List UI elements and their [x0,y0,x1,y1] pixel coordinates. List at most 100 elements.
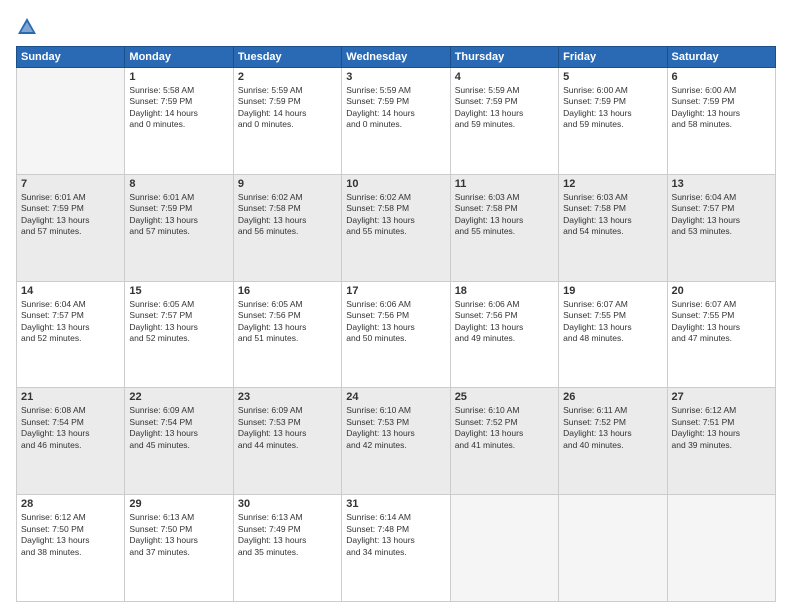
calendar-cell: 22 Sunrise: 6:09 AMSunset: 7:54 PMDayligh… [125,388,233,495]
day-info: Sunrise: 5:59 AMSunset: 7:59 PMDaylight:… [455,85,554,131]
day-info: Sunrise: 5:59 AMSunset: 7:59 PMDaylight:… [346,85,445,131]
day-info: Sunrise: 6:04 AMSunset: 7:57 PMDaylight:… [21,299,120,345]
day-number: 15 [129,285,228,297]
day-info: Sunrise: 6:09 AMSunset: 7:54 PMDaylight:… [129,405,228,451]
day-number: 22 [129,391,228,403]
day-number: 25 [455,391,554,403]
day-number: 8 [129,178,228,190]
day-number: 31 [346,498,445,510]
header-row: SundayMondayTuesdayWednesdayThursdayFrid… [17,47,776,68]
logo [16,16,42,38]
day-number: 4 [455,71,554,83]
day-info: Sunrise: 6:02 AMSunset: 7:58 PMDaylight:… [346,192,445,238]
day-number: 14 [21,285,120,297]
calendar-cell: 24 Sunrise: 6:10 AMSunset: 7:53 PMDayligh… [342,388,450,495]
day-info: Sunrise: 6:14 AMSunset: 7:48 PMDaylight:… [346,512,445,558]
calendar-cell: 17 Sunrise: 6:06 AMSunset: 7:56 PMDayligh… [342,281,450,388]
week-row-2: 7 Sunrise: 6:01 AMSunset: 7:59 PMDaylight… [17,174,776,281]
calendar-cell: 18 Sunrise: 6:06 AMSunset: 7:56 PMDayligh… [450,281,558,388]
calendar-cell: 4 Sunrise: 5:59 AMSunset: 7:59 PMDaylight… [450,68,558,175]
calendar-cell: 27Sunrise: 6:12 AMSunset: 7:51 PMDayligh… [667,388,775,495]
calendar-cell: 19 Sunrise: 6:07 AMSunset: 7:55 PMDayligh… [559,281,667,388]
page: SundayMondayTuesdayWednesdayThursdayFrid… [0,0,792,612]
day-number: 30 [238,498,337,510]
day-info: Sunrise: 5:59 AMSunset: 7:59 PMDaylight:… [238,85,337,131]
calendar-cell: 13 Sunrise: 6:04 AMSunset: 7:57 PMDayligh… [667,174,775,281]
header-thursday: Thursday [450,47,558,68]
calendar-cell: 12 Sunrise: 6:03 AMSunset: 7:58 PMDayligh… [559,174,667,281]
calendar-cell [17,68,125,175]
day-number: 6 [672,71,771,83]
calendar-cell: 2 Sunrise: 5:59 AMSunset: 7:59 PMDaylight… [233,68,341,175]
day-number: 24 [346,391,445,403]
day-info: Sunrise: 6:03 AMSunset: 7:58 PMDaylight:… [563,192,662,238]
calendar-cell: 11 Sunrise: 6:03 AMSunset: 7:58 PMDayligh… [450,174,558,281]
day-number: 2 [238,71,337,83]
day-number: 10 [346,178,445,190]
calendar-cell: 23Sunrise: 6:09 AMSunset: 7:53 PMDayligh… [233,388,341,495]
day-number: 16 [238,285,337,297]
calendar: SundayMondayTuesdayWednesdayThursdayFrid… [16,46,776,602]
day-number: 1 [129,71,228,83]
day-info: Sunrise: 6:05 AMSunset: 7:57 PMDaylight:… [129,299,228,345]
day-info: Sunrise: 6:10 AMSunset: 7:53 PMDaylight:… [346,405,445,451]
calendar-cell: 26Sunrise: 6:11 AMSunset: 7:52 PMDayligh… [559,388,667,495]
day-number: 19 [563,285,662,297]
day-number: 3 [346,71,445,83]
day-info: Sunrise: 6:00 AMSunset: 7:59 PMDaylight:… [672,85,771,131]
calendar-cell: 28Sunrise: 6:12 AMSunset: 7:50 PMDayligh… [17,495,125,602]
day-info: Sunrise: 6:06 AMSunset: 7:56 PMDaylight:… [455,299,554,345]
day-info: Sunrise: 5:58 AMSunset: 7:59 PMDaylight:… [129,85,228,131]
header-saturday: Saturday [667,47,775,68]
day-info: Sunrise: 6:06 AMSunset: 7:56 PMDaylight:… [346,299,445,345]
week-row-5: 28Sunrise: 6:12 AMSunset: 7:50 PMDayligh… [17,495,776,602]
day-info: Sunrise: 6:03 AMSunset: 7:58 PMDaylight:… [455,192,554,238]
day-number: 7 [21,178,120,190]
header [16,16,776,38]
calendar-cell: 7 Sunrise: 6:01 AMSunset: 7:59 PMDaylight… [17,174,125,281]
calendar-cell: 5 Sunrise: 6:00 AMSunset: 7:59 PMDaylight… [559,68,667,175]
day-info: Sunrise: 6:08 AMSunset: 7:54 PMDaylight:… [21,405,120,451]
day-info: Sunrise: 6:11 AMSunset: 7:52 PMDaylight:… [563,405,662,451]
day-number: 20 [672,285,771,297]
header-tuesday: Tuesday [233,47,341,68]
day-number: 18 [455,285,554,297]
week-row-4: 21 Sunrise: 6:08 AMSunset: 7:54 PMDayligh… [17,388,776,495]
calendar-cell: 25 Sunrise: 6:10 AMSunset: 7:52 PMDayligh… [450,388,558,495]
week-row-3: 14 Sunrise: 6:04 AMSunset: 7:57 PMDayligh… [17,281,776,388]
day-info: Sunrise: 6:13 AMSunset: 7:49 PMDaylight:… [238,512,337,558]
day-info: Sunrise: 6:04 AMSunset: 7:57 PMDaylight:… [672,192,771,238]
day-info: Sunrise: 6:07 AMSunset: 7:55 PMDaylight:… [563,299,662,345]
day-number: 12 [563,178,662,190]
calendar-cell: 30 Sunrise: 6:13 AMSunset: 7:49 PMDayligh… [233,495,341,602]
calendar-cell: 1 Sunrise: 5:58 AMSunset: 7:59 PMDaylight… [125,68,233,175]
header-sunday: Sunday [17,47,125,68]
calendar-cell: 31 Sunrise: 6:14 AMSunset: 7:48 PMDayligh… [342,495,450,602]
calendar-cell: 16Sunrise: 6:05 AMSunset: 7:56 PMDayligh… [233,281,341,388]
day-info: Sunrise: 6:00 AMSunset: 7:59 PMDaylight:… [563,85,662,131]
day-info: Sunrise: 6:07 AMSunset: 7:55 PMDaylight:… [672,299,771,345]
calendar-cell: 15 Sunrise: 6:05 AMSunset: 7:57 PMDayligh… [125,281,233,388]
day-number: 5 [563,71,662,83]
calendar-cell: 20 Sunrise: 6:07 AMSunset: 7:55 PMDayligh… [667,281,775,388]
day-info: Sunrise: 6:01 AMSunset: 7:59 PMDaylight:… [21,192,120,238]
day-number: 29 [129,498,228,510]
day-info: Sunrise: 6:02 AMSunset: 7:58 PMDaylight:… [238,192,337,238]
calendar-cell: 9Sunrise: 6:02 AMSunset: 7:58 PMDaylight… [233,174,341,281]
calendar-cell: 3 Sunrise: 5:59 AMSunset: 7:59 PMDaylight… [342,68,450,175]
week-row-1: 1 Sunrise: 5:58 AMSunset: 7:59 PMDaylight… [17,68,776,175]
day-number: 17 [346,285,445,297]
header-friday: Friday [559,47,667,68]
day-info: Sunrise: 6:10 AMSunset: 7:52 PMDaylight:… [455,405,554,451]
header-monday: Monday [125,47,233,68]
day-number: 28 [21,498,120,510]
day-number: 11 [455,178,554,190]
day-number: 21 [21,391,120,403]
day-info: Sunrise: 6:12 AMSunset: 7:51 PMDaylight:… [672,405,771,451]
day-number: 13 [672,178,771,190]
day-info: Sunrise: 6:09 AMSunset: 7:53 PMDaylight:… [238,405,337,451]
calendar-cell: 10 Sunrise: 6:02 AMSunset: 7:58 PMDayligh… [342,174,450,281]
calendar-cell: 29Sunrise: 6:13 AMSunset: 7:50 PMDayligh… [125,495,233,602]
calendar-cell [450,495,558,602]
calendar-cell: 14 Sunrise: 6:04 AMSunset: 7:57 PMDayligh… [17,281,125,388]
